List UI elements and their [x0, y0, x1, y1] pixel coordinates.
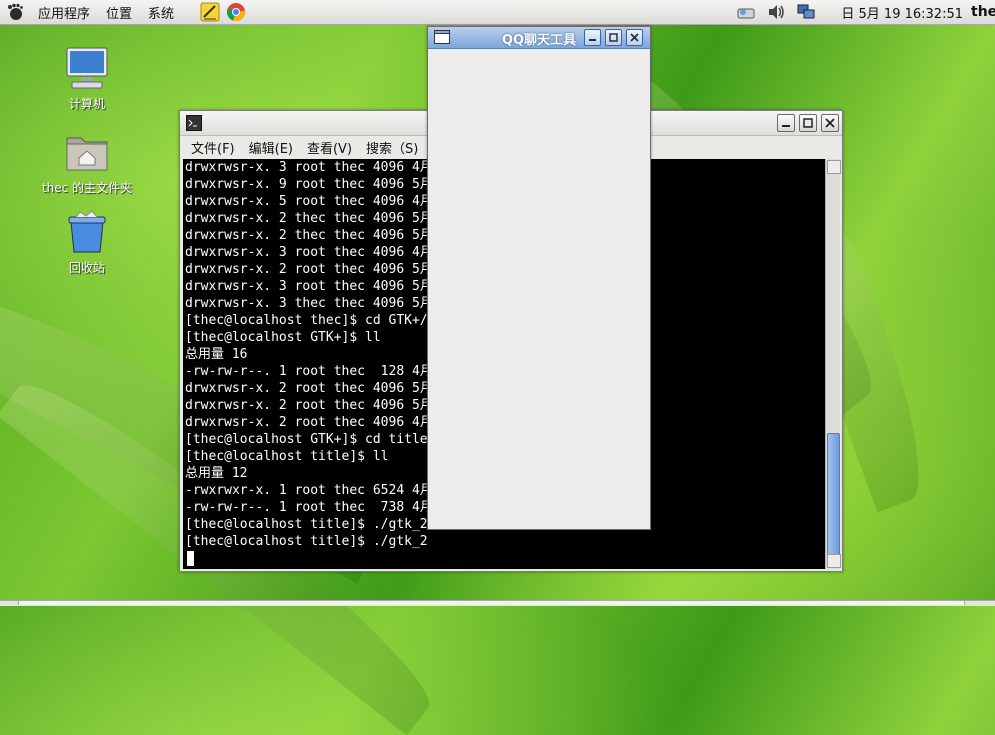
scroll-thumb[interactable]: [827, 433, 840, 557]
desktop-icon-home[interactable]: thec 的主文件夹: [32, 130, 142, 196]
close-icon: [825, 118, 835, 128]
clock[interactable]: 日 5月 19 16:32:51: [841, 3, 963, 22]
trash-icon: [68, 210, 106, 253]
terminal-prompt-line: [183, 550, 825, 567]
text-editor-launcher-icon[interactable]: [200, 2, 220, 22]
system-tray: 日 5月 19 16:32:51 thec: [731, 0, 995, 24]
maximize-icon: [803, 118, 813, 128]
computer-icon: [66, 47, 108, 89]
qq-window[interactable]: QQ聊天工具: [427, 26, 651, 530]
network-icon[interactable]: [796, 3, 816, 21]
minimize-icon: [589, 39, 596, 41]
desktop-icon-label: thec 的主文件夹: [41, 181, 133, 195]
desktop-icon-computer[interactable]: 计算机: [32, 46, 142, 112]
scroll-down-arrow-icon[interactable]: [827, 554, 841, 568]
menu-system[interactable]: 系统: [140, 3, 182, 22]
scroll-up-arrow-icon[interactable]: [827, 160, 841, 174]
top-panel: 应用程序 位置 系统 日 5月 19 16:32:51 thec: [0, 0, 995, 25]
menu-places[interactable]: 位置: [98, 3, 140, 22]
terminal-icon: [186, 115, 202, 131]
desktop-icon-label: 计算机: [68, 97, 105, 111]
terminal-maximize-button[interactable]: [799, 114, 817, 132]
home-folder-icon: [66, 137, 108, 171]
menu-edit[interactable]: 编辑(E): [242, 138, 300, 157]
volume-icon[interactable]: [766, 3, 786, 21]
terminal-scrollbar[interactable]: [825, 159, 841, 569]
qq-maximize-button[interactable]: [605, 29, 622, 46]
menu-applications[interactable]: 应用程序: [30, 3, 98, 22]
close-icon: [630, 33, 639, 42]
terminal-line: [thec@localhost title]$ ./gtk_2: [185, 534, 428, 549]
qq-minimize-button[interactable]: [584, 29, 601, 46]
terminal-minimize-button[interactable]: [777, 114, 795, 132]
minimize-icon: [782, 125, 790, 127]
menu-view[interactable]: 查看(V): [300, 138, 359, 157]
qq-titlebar[interactable]: QQ聊天工具: [428, 27, 650, 49]
desktop-icon-trash[interactable]: 回收站: [32, 210, 142, 276]
user-name[interactable]: thec: [971, 4, 995, 20]
menu-file[interactable]: 文件(F): [184, 138, 242, 157]
taskbar-area[interactable]: [18, 601, 965, 605]
desktop-icon-label: 回收站: [68, 261, 105, 275]
terminal-close-button[interactable]: [821, 114, 839, 132]
gnome-foot-icon[interactable]: [6, 3, 24, 21]
qq-close-button[interactable]: [626, 29, 643, 46]
menu-search[interactable]: 搜索（S): [359, 138, 425, 157]
network-printer-icon[interactable]: [736, 3, 756, 21]
text-cursor: [187, 551, 194, 566]
chrome-launcher-icon[interactable]: [226, 2, 246, 22]
maximize-icon: [609, 33, 618, 42]
